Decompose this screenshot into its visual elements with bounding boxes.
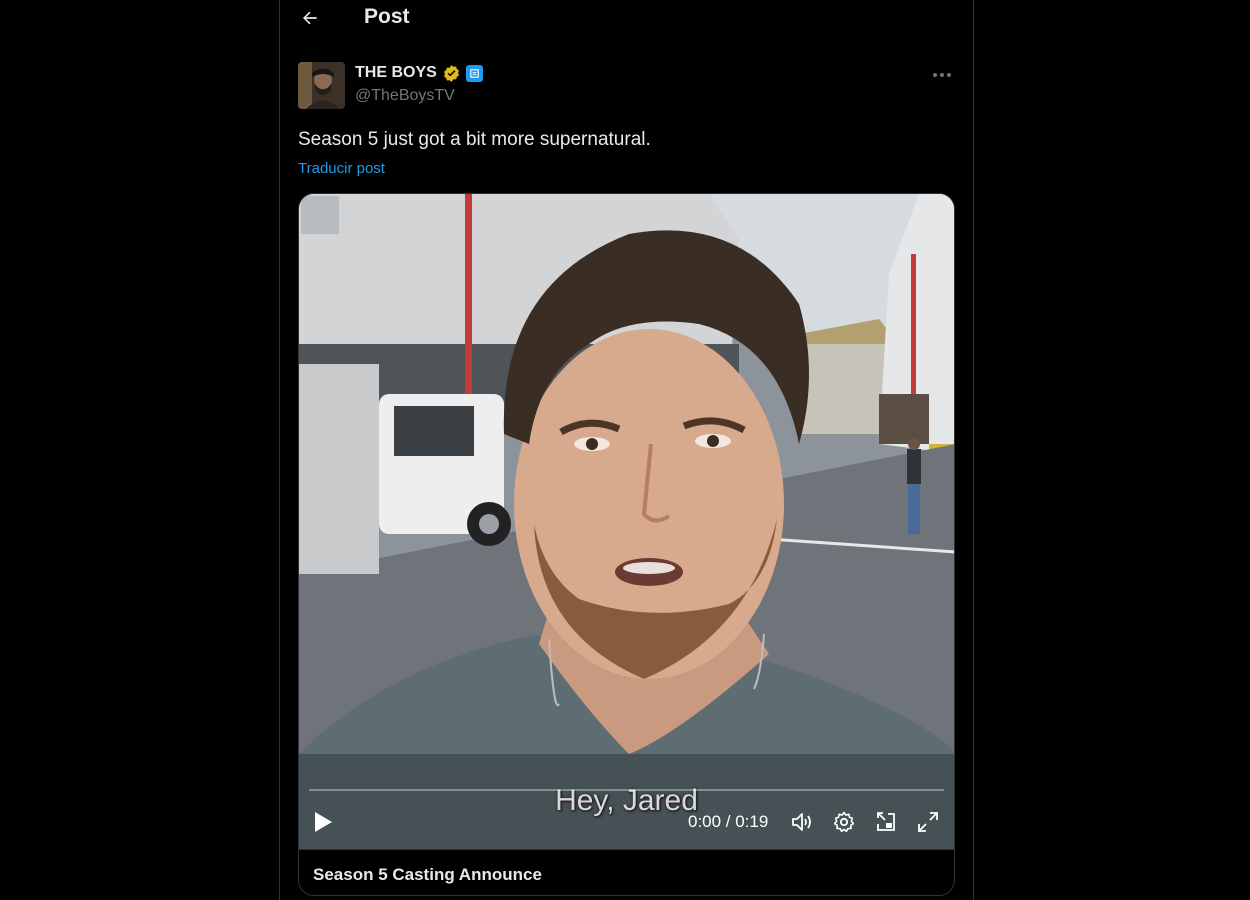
post-column: Post THE BOYS @TheBoysTV Season 5 just g… bbox=[279, 0, 974, 900]
author-block: THE BOYS @TheBoysTV bbox=[355, 62, 483, 105]
more-icon[interactable] bbox=[925, 64, 959, 86]
fullscreen-button[interactable] bbox=[914, 808, 942, 836]
verified-badge-icon[interactable] bbox=[442, 64, 461, 83]
video-card: Hey, Jared 0:00 / 0:19 Season 5 Casting … bbox=[298, 193, 955, 896]
header: Post bbox=[280, 0, 973, 38]
video-player[interactable]: Hey, Jared 0:00 / 0:19 bbox=[299, 194, 954, 849]
play-icon bbox=[315, 812, 332, 832]
volume-icon bbox=[792, 813, 811, 831]
play-button[interactable] bbox=[309, 808, 337, 836]
post-text: Season 5 just got a bit more supernatura… bbox=[298, 129, 651, 150]
video-progress-bar[interactable] bbox=[309, 789, 944, 791]
affiliate-badge-icon[interactable] bbox=[465, 64, 483, 82]
pip-icon bbox=[877, 812, 895, 831]
author-handle[interactable]: @TheBoysTV bbox=[355, 87, 483, 105]
fullscreen-icon bbox=[918, 812, 938, 832]
video-caption-bar: Season 5 Casting Announce bbox=[299, 849, 954, 895]
video-controls: 0:00 / 0:19 bbox=[299, 794, 954, 849]
pip-button[interactable] bbox=[872, 808, 900, 836]
volume-button[interactable] bbox=[788, 808, 816, 836]
settings-icon bbox=[833, 811, 855, 833]
avatar[interactable] bbox=[298, 62, 345, 109]
video-time: 0:00 / 0:19 bbox=[688, 812, 769, 831]
back-arrow-icon bbox=[303, 11, 317, 25]
video-frame bbox=[299, 194, 954, 849]
page-title: Post bbox=[364, 5, 410, 28]
video-caption: Season 5 Casting Announce bbox=[313, 865, 542, 884]
translate-post-link[interactable]: Traducir post bbox=[298, 160, 385, 177]
author-display-name[interactable]: THE BOYS bbox=[355, 64, 437, 82]
settings-button[interactable] bbox=[830, 808, 858, 836]
back-button[interactable] bbox=[294, 2, 326, 34]
